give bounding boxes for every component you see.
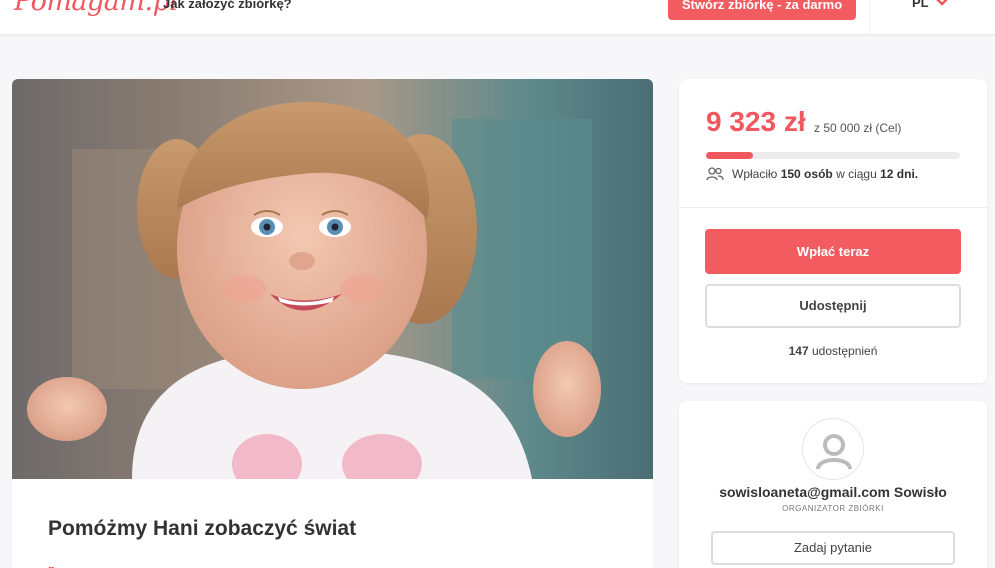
- stats-mid: w ciągu: [836, 167, 877, 181]
- ask-question-button[interactable]: Zadaj pytanie: [711, 531, 955, 565]
- create-fundraiser-button[interactable]: Stwórz zbiórkę - za darmo: [668, 0, 856, 20]
- shares-number: 147: [788, 344, 809, 358]
- campaign-title: Pomóżmy Hani zobaczyć świat: [48, 517, 357, 540]
- user-icon: [816, 434, 852, 470]
- language-divider: [869, 0, 870, 34]
- shares-count: 147 udostępnień: [679, 344, 987, 358]
- how-to-create-link[interactable]: Jak założyć zbiórkę?: [163, 0, 292, 11]
- stats-prefix: Wpłaciło: [732, 167, 778, 181]
- stats-days: 12 dni.: [880, 167, 919, 181]
- avatar: [802, 418, 864, 480]
- organizer-panel: sowisloaneta@gmail.com Sowisło ORGANIZAT…: [679, 401, 987, 568]
- raised-amount: 9 323 zł: [706, 106, 806, 137]
- campaign-photo: [12, 79, 653, 479]
- donate-now-button[interactable]: Wpłać teraz: [705, 229, 961, 274]
- shares-label: udostępnień: [811, 344, 878, 358]
- donation-stats: Wpłaciło 150 osób w ciągu 12 dni.: [732, 167, 918, 181]
- language-selector[interactable]: PL: [912, 0, 929, 10]
- goal-amount: z 50 000 zł (Cel): [814, 121, 902, 135]
- chevron-down-icon[interactable]: [934, 0, 950, 8]
- organizer-name: sowisloaneta@gmail.com Sowisło: [719, 484, 947, 500]
- share-button[interactable]: Udostępnij: [705, 284, 961, 328]
- organizer-role: ORGANIZATOR ZBIÓRKI: [782, 504, 884, 513]
- campaign-title-card: Pomóżmy Hani zobaczyć świat ♥: [12, 479, 653, 568]
- people-icon: [706, 167, 724, 181]
- top-navigation-bar: Pomagam.pl Jak założyć zbiórkę? Stwórz z…: [0, 0, 995, 34]
- stats-people: 150 osób: [780, 167, 833, 181]
- progress-bar: [706, 152, 960, 159]
- child-photo-illustration: [12, 79, 653, 479]
- site-logo[interactable]: Pomagam.pl: [14, 0, 178, 17]
- progress-fill: [706, 152, 754, 159]
- donation-panel: 9 323 zł z 50 000 zł (Cel) Wpłaciło 150 …: [679, 79, 987, 383]
- divider: [679, 207, 987, 208]
- heart-icon: ♥: [48, 564, 55, 568]
